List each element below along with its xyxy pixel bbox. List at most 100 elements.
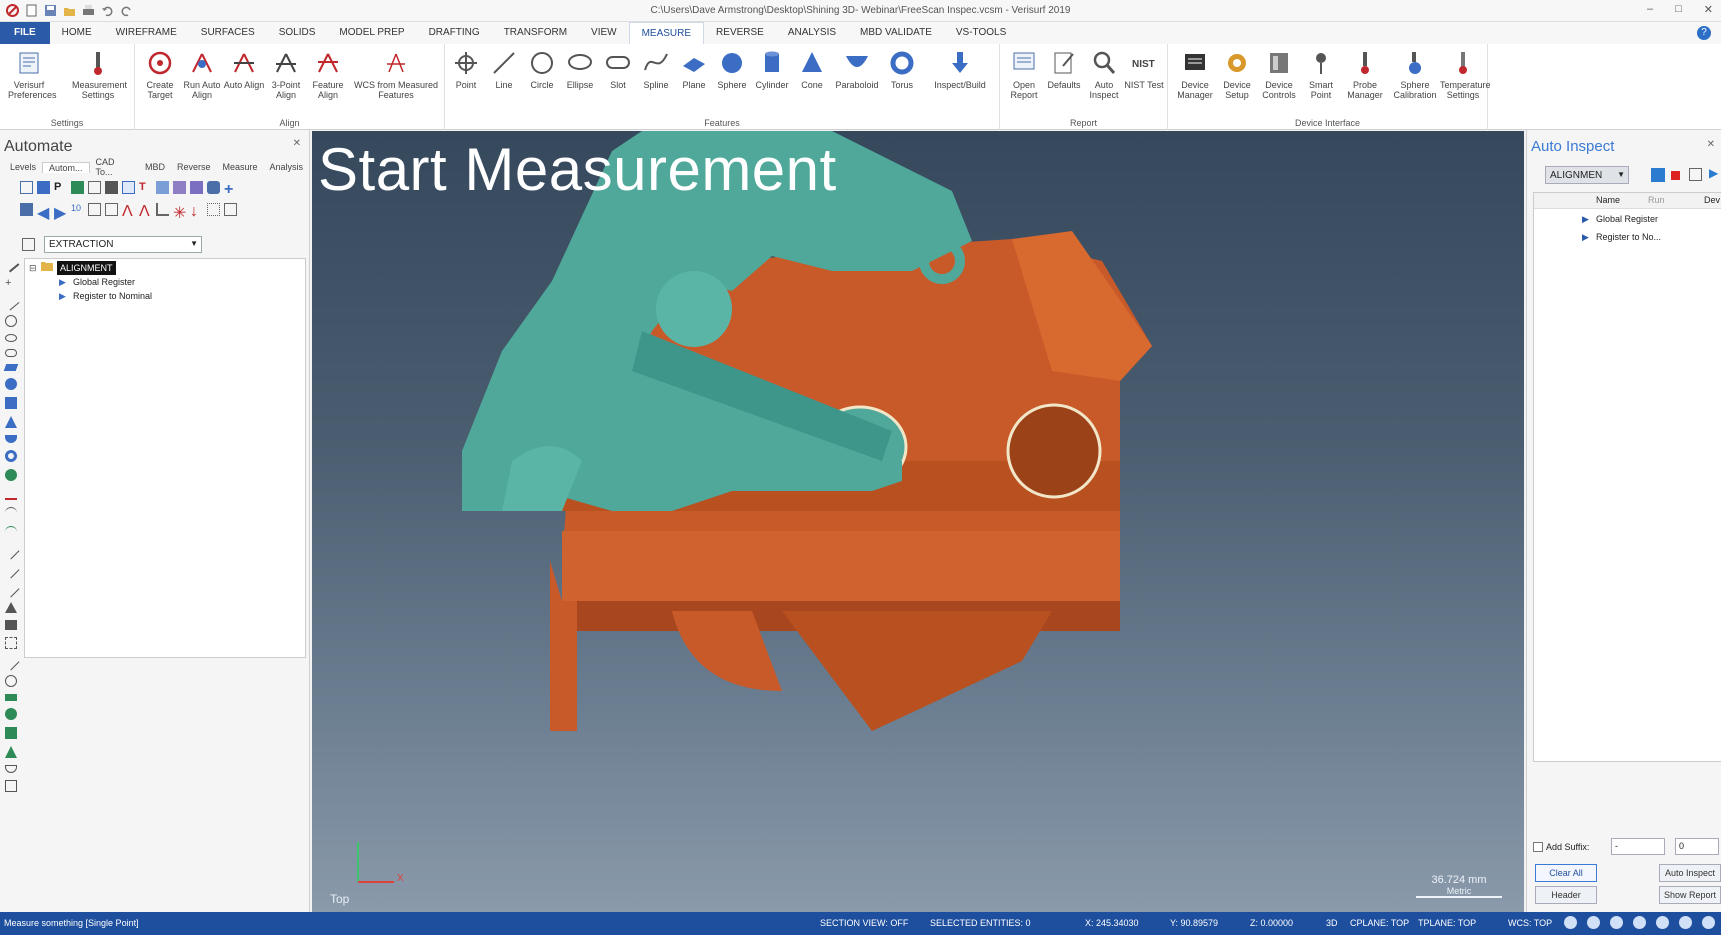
view-cube-icon[interactable] [1587, 916, 1600, 929]
circle-button[interactable]: Circle [523, 50, 561, 90]
cone-tool-icon[interactable] [5, 416, 17, 428]
device-setup-button[interactable]: Device Setup [1216, 50, 1258, 100]
alignment-dropdown[interactable]: ALIGNMEN ▼ [1545, 166, 1629, 184]
box-tool-icon[interactable] [5, 780, 17, 792]
tab-automate[interactable]: Autom... [42, 161, 90, 173]
align-small-icon[interactable]: Λ [122, 203, 135, 220]
align-small-icon-2[interactable]: Λ [139, 203, 152, 220]
probe-p-icon[interactable]: P [54, 181, 67, 194]
calculator-icon[interactable] [88, 180, 101, 194]
panel-close-icon[interactable]: ✕ [293, 138, 301, 149]
tab-mbd-validate[interactable]: MBD VALIDATE [848, 22, 944, 44]
cylinder-tool-icon-2[interactable] [5, 727, 17, 739]
down-arrow-icon[interactable]: ↓ [190, 203, 203, 220]
sphere-tool-icon[interactable] [5, 378, 17, 390]
play-icon[interactable]: ▶ [59, 275, 66, 289]
line-tool-icon-2[interactable] [2, 561, 20, 579]
ellipse-button[interactable]: Ellipse [561, 50, 599, 90]
plane-tool-icon-2[interactable] [5, 694, 17, 701]
tab-measure-panel[interactable]: Measure [216, 162, 263, 172]
tab-view[interactable]: VIEW [579, 22, 629, 44]
step-icon[interactable]: 10 [71, 203, 84, 216]
hatch-icon[interactable] [173, 180, 186, 194]
tab-wireframe[interactable]: WIREFRAME [104, 22, 189, 44]
clear-all-button[interactable]: Clear All [1535, 864, 1597, 882]
sphere-tool-icon-2[interactable] [5, 708, 17, 720]
tab-levels[interactable]: Levels [4, 162, 42, 172]
cone-button[interactable]: Cone [793, 50, 831, 90]
column-name[interactable]: Name [1596, 195, 1620, 205]
temperature-settings-button[interactable]: Temperature Settings [1440, 50, 1491, 100]
slot-button[interactable]: Slot [599, 50, 637, 90]
line-button[interactable]: Line [485, 50, 523, 90]
zoom-icon[interactable] [122, 180, 135, 194]
inspect-build-button[interactable]: Inspect/Build [927, 50, 993, 90]
play-icon[interactable]: ▶ [59, 289, 66, 303]
close-icon[interactable]: ✕ [1704, 3, 1713, 16]
selected-entities-status[interactable]: SELECTED ENTITIES: 0 [930, 918, 1031, 928]
cplane-status[interactable]: CPLANE: TOP [1350, 918, 1409, 928]
pattern-icon[interactable] [156, 180, 169, 194]
table-icon[interactable] [105, 202, 118, 216]
cylinder-tool-icon[interactable] [5, 397, 17, 409]
device-controls-button[interactable]: Device Controls [1258, 50, 1300, 100]
tree-collapse-icon[interactable]: ⊟ [29, 261, 37, 275]
play-icon[interactable]: ▶ [54, 203, 67, 222]
open-report-button[interactable]: Open Report [1004, 50, 1044, 100]
tab-transform[interactable]: TRANSFORM [492, 22, 579, 44]
measurement-settings-button[interactable]: Measurement Settings [72, 50, 127, 100]
wireframe-icon[interactable] [1679, 916, 1692, 929]
grid-icon[interactable] [20, 180, 33, 194]
column-run[interactable]: Run [1648, 195, 1665, 205]
list-icon[interactable] [88, 202, 101, 216]
cylinder-small-icon[interactable] [207, 180, 220, 194]
tab-solids[interactable]: SOLIDS [267, 22, 328, 44]
pen-tool-icon-2[interactable] [2, 580, 20, 598]
shade-icon[interactable] [1656, 916, 1669, 929]
wcs-status[interactable]: WCS: TOP [1508, 918, 1552, 928]
tplane-status[interactable]: TPLANE: TOP [1418, 918, 1476, 928]
slash-tool-icon[interactable] [2, 542, 20, 560]
tab-analysis[interactable]: ANALYSIS [776, 22, 848, 44]
point-button[interactable]: Point [447, 50, 485, 90]
circle-tool-icon-2[interactable] [5, 675, 17, 687]
view-mode-status[interactable]: 3D [1326, 918, 1338, 928]
tab-file[interactable]: FILE [0, 22, 50, 44]
flag-icon[interactable] [71, 180, 84, 194]
line-tool-icon[interactable] [2, 293, 20, 311]
tab-home[interactable]: HOME [50, 22, 104, 44]
feature-align-button[interactable]: Feature Align [307, 50, 349, 100]
chart-icon[interactable] [156, 202, 169, 216]
line-tool-icon-3[interactable] [2, 653, 20, 671]
dots-grid-icon[interactable] [207, 202, 220, 216]
layers-icon[interactable] [20, 202, 33, 216]
settings-icon[interactable] [1633, 916, 1646, 929]
sphere-calibration-button[interactable]: Sphere Calibration [1390, 50, 1440, 100]
tab-reverse[interactable]: REVERSE [704, 22, 776, 44]
plane-button[interactable]: Plane [675, 50, 713, 90]
auto-inspect-ribbon-button[interactable]: Auto Inspect [1084, 50, 1124, 100]
text-t-icon[interactable]: T [139, 181, 152, 194]
panel-close-icon[interactable]: ✕ [1707, 139, 1715, 150]
tab-reverse-panel[interactable]: Reverse [171, 162, 217, 172]
triangle-tool-icon[interactable] [5, 602, 17, 613]
tab-measure[interactable]: MEASURE [628, 22, 705, 44]
restore-icon[interactable]: □ [1675, 3, 1682, 16]
paraboloid-tool-icon[interactable] [5, 435, 17, 443]
export-icon[interactable] [224, 202, 237, 216]
nist-test-button[interactable]: NIST NIST Test [1124, 50, 1164, 90]
checkbox-box[interactable] [1533, 842, 1543, 852]
tab-vs-tools[interactable]: VS-TOOLS [944, 22, 1018, 44]
run-selected-icon[interactable] [1651, 168, 1665, 182]
cone-tool-icon-2[interactable] [5, 746, 17, 758]
slot-tool-icon[interactable] [5, 349, 17, 357]
tree-node-global-register[interactable]: Global Register [73, 275, 135, 289]
plane-tool-icon[interactable] [3, 364, 19, 371]
run-auto-align-button[interactable]: Run Auto Align [181, 50, 223, 100]
graphics-viewport[interactable]: Start Measurement X Top 36.724 mm Metric [312, 131, 1524, 912]
stop-icon[interactable] [1671, 171, 1680, 180]
probe-manager-button[interactable]: Probe Manager [1344, 50, 1386, 100]
pen-tool-icon[interactable] [2, 255, 20, 273]
smart-point-button[interactable]: Smart Point [1300, 50, 1342, 100]
torus-tool-icon[interactable] [5, 450, 17, 462]
